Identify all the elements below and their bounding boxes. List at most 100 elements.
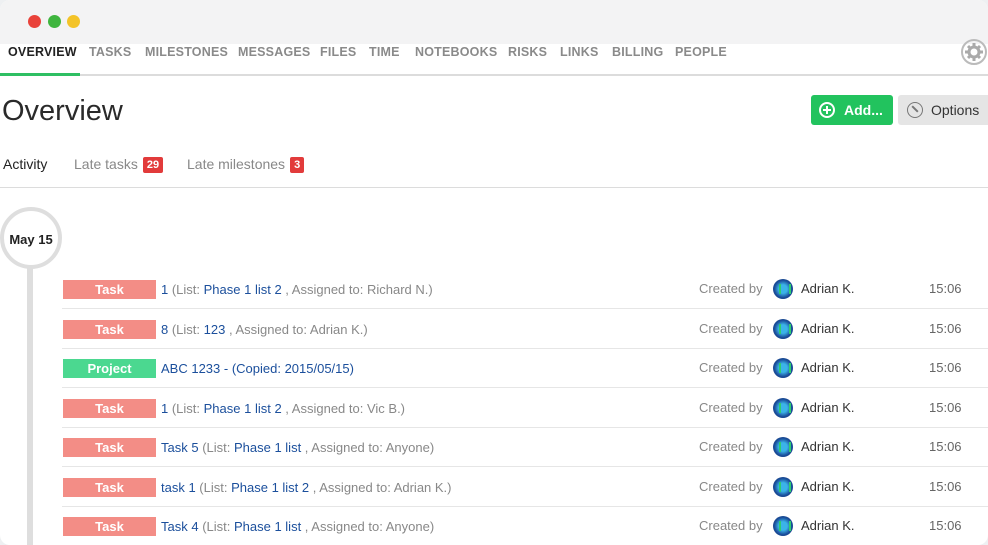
title-bar bbox=[0, 0, 988, 44]
list-prefix: (List: bbox=[168, 401, 204, 416]
avatar-icon bbox=[773, 477, 793, 497]
item-link[interactable]: task 1 bbox=[161, 480, 196, 495]
activity-time: 15:06 bbox=[929, 400, 962, 415]
list-link[interactable]: 123 bbox=[204, 322, 226, 337]
tab-late-tasks[interactable]: Late tasks 29 bbox=[74, 156, 164, 173]
activity-row: Task 8 (List: 123 , Assigned to: Adrian K… bbox=[62, 309, 988, 349]
created-by-label: Created by bbox=[699, 360, 763, 375]
tab-activity[interactable]: Activity bbox=[3, 156, 47, 172]
project-tag: Project bbox=[63, 359, 156, 378]
created-by-label: Created by bbox=[699, 400, 763, 415]
activity-description: 8 (List: 123 , Assigned to: Adrian K.) bbox=[161, 322, 368, 337]
creator-name[interactable]: Adrian K. bbox=[801, 439, 854, 454]
list-link[interactable]: Phase 1 list 2 bbox=[231, 480, 309, 495]
activity-row: Task Task 4 (List: Phase 1 list , Assigne… bbox=[62, 506, 988, 545]
activity-row: Task 1 (List: Phase 1 list 2 , Assigned t… bbox=[62, 269, 988, 309]
avatar-icon bbox=[773, 437, 793, 457]
assignment-text: , Assigned to: Richard N.) bbox=[281, 282, 433, 297]
tab-late-tasks-label: Late tasks bbox=[74, 156, 138, 172]
nav-tab-billing[interactable]: BILLING bbox=[612, 45, 663, 75]
nav-tab-links[interactable]: LINKS bbox=[560, 45, 599, 75]
creator-name[interactable]: Adrian K. bbox=[801, 400, 854, 415]
item-link[interactable]: Task 4 bbox=[161, 519, 199, 534]
avatar-icon bbox=[773, 516, 793, 536]
nav-tab-files[interactable]: FILES bbox=[320, 45, 356, 75]
tab-late-milestones-label: Late milestones bbox=[187, 156, 286, 172]
activity-row: Task Task 5 (List: Phase 1 list , Assigne… bbox=[62, 427, 988, 467]
tab-late-milestones[interactable]: Late milestones 3 bbox=[187, 156, 305, 173]
window-close-icon[interactable] bbox=[28, 15, 41, 28]
project-nav: OVERVIEW TASKS MILESTONES MESSAGES FILES… bbox=[0, 44, 988, 76]
timeline-date-marker: May 15 bbox=[0, 207, 62, 269]
nav-tab-people[interactable]: PEOPLE bbox=[675, 45, 727, 75]
assignment-text: , Assigned to: Anyone) bbox=[301, 440, 435, 455]
options-button-label: Options bbox=[931, 102, 980, 118]
options-button[interactable]: Options bbox=[898, 95, 988, 125]
created-by-label: Created by bbox=[699, 479, 763, 494]
item-link[interactable]: ABC 1233 - (Copied: 2015/05/15) bbox=[161, 361, 354, 376]
creator-name[interactable]: Adrian K. bbox=[801, 360, 854, 375]
activity-time: 15:06 bbox=[929, 321, 962, 336]
avatar-icon bbox=[773, 358, 793, 378]
activity-description: 1 (List: Phase 1 list 2 , Assigned to: V… bbox=[161, 401, 405, 416]
late-tasks-count-badge: 29 bbox=[142, 157, 164, 173]
activity-time: 15:06 bbox=[929, 479, 962, 494]
app-window: OVERVIEW TASKS MILESTONES MESSAGES FILES… bbox=[0, 0, 988, 545]
task-tag: Task bbox=[63, 478, 156, 497]
nav-tab-messages[interactable]: MESSAGES bbox=[238, 45, 310, 75]
creator-name[interactable]: Adrian K. bbox=[801, 321, 854, 336]
add-button[interactable]: Add... bbox=[811, 95, 893, 125]
active-tab-indicator bbox=[0, 73, 80, 76]
nav-tab-risks[interactable]: RISKS bbox=[508, 45, 547, 75]
avatar-icon bbox=[773, 319, 793, 339]
list-prefix: (List: bbox=[198, 519, 234, 534]
activity-time: 15:06 bbox=[929, 439, 962, 454]
list-prefix: (List: bbox=[168, 282, 204, 297]
activity-description: Task 5 (List: Phase 1 list , Assigned to… bbox=[161, 440, 434, 455]
list-link[interactable]: Phase 1 list bbox=[234, 519, 301, 534]
avatar-icon bbox=[773, 398, 793, 418]
task-tag: Task bbox=[63, 280, 156, 299]
activity-row: Task task 1 (List: Phase 1 list 2 , Assig… bbox=[62, 467, 988, 507]
created-by-label: Created by bbox=[699, 439, 763, 454]
nav-tab-notebooks[interactable]: NOTEBOOKS bbox=[415, 45, 497, 75]
activity-description: task 1 (List: Phase 1 list 2 , Assigned … bbox=[161, 480, 452, 495]
task-tag: Task bbox=[63, 320, 156, 339]
activity-description: Task 4 (List: Phase 1 list , Assigned to… bbox=[161, 519, 434, 534]
wrench-icon bbox=[907, 102, 923, 118]
task-tag: Task bbox=[63, 517, 156, 536]
timeline-line bbox=[27, 265, 33, 545]
activity-time: 15:06 bbox=[929, 518, 962, 533]
avatar-icon bbox=[773, 279, 793, 299]
window-minimize-icon[interactable] bbox=[67, 15, 80, 28]
creator-name[interactable]: Adrian K. bbox=[801, 518, 854, 533]
window-maximize-icon[interactable] bbox=[48, 15, 61, 28]
list-link[interactable]: Phase 1 list 2 bbox=[204, 401, 282, 416]
created-by-label: Created by bbox=[699, 518, 763, 533]
nav-tab-time[interactable]: TIME bbox=[369, 45, 400, 75]
list-prefix: (List: bbox=[168, 322, 204, 337]
assignment-text: , Assigned to: Vic B.) bbox=[281, 401, 406, 416]
late-milestones-count-badge: 3 bbox=[290, 157, 305, 173]
nav-tab-tasks[interactable]: TASKS bbox=[89, 45, 131, 75]
item-link[interactable]: Task 5 bbox=[161, 440, 199, 455]
page-title: Overview bbox=[2, 95, 123, 127]
list-prefix: (List: bbox=[195, 480, 232, 495]
created-by-label: Created by bbox=[699, 281, 763, 296]
assignment-text: , Assigned to: Anyone) bbox=[301, 519, 435, 534]
creator-name[interactable]: Adrian K. bbox=[801, 479, 854, 494]
creator-name[interactable]: Adrian K. bbox=[801, 281, 854, 296]
list-link[interactable]: Phase 1 list 2 bbox=[204, 282, 282, 297]
nav-tab-overview[interactable]: OVERVIEW bbox=[8, 45, 77, 75]
task-tag: Task bbox=[63, 438, 156, 457]
nav-tab-milestones[interactable]: MILESTONES bbox=[145, 45, 228, 75]
gear-icon[interactable] bbox=[960, 38, 988, 66]
activity-time: 15:06 bbox=[929, 281, 962, 296]
overview-subtabs: Activity Late tasks 29 Late milestones 3 bbox=[0, 145, 988, 188]
list-link[interactable]: Phase 1 list bbox=[234, 440, 301, 455]
task-tag: Task bbox=[63, 399, 156, 418]
created-by-label: Created by bbox=[699, 321, 763, 336]
add-button-label: Add... bbox=[844, 102, 883, 118]
timeline-date: May 15 bbox=[9, 232, 53, 247]
plus-circle-icon bbox=[819, 102, 835, 118]
